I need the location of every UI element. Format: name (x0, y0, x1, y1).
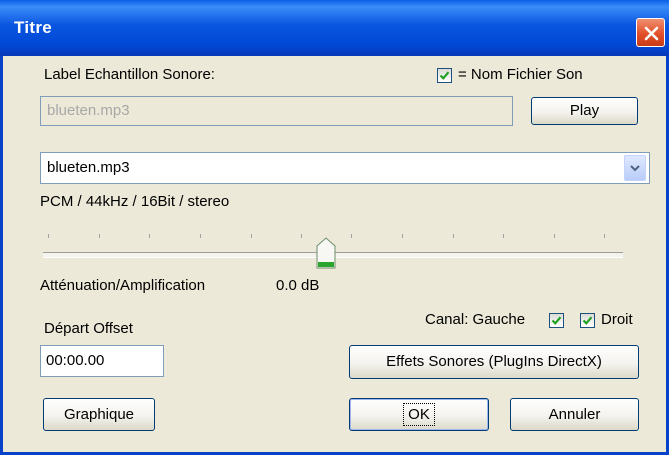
window-title: Titre (14, 18, 53, 37)
slider-tick (99, 234, 100, 238)
ok-button[interactable]: OK (349, 398, 489, 431)
channel-label: Canal: Gauche (425, 311, 526, 328)
file-select-value: blueten.mp3 (47, 159, 130, 176)
title-bar[interactable]: Titre (0, 0, 669, 56)
dialog-window: Titre Label Echantillon Sonore: = Nom Fi… (0, 0, 669, 455)
close-button[interactable] (636, 18, 665, 47)
slider-tick (48, 234, 49, 238)
format-info: PCM / 44kHz / 16Bit / stereo (40, 193, 230, 210)
cancel-button[interactable]: Annuler (510, 398, 639, 431)
right-channel-checkbox[interactable] (580, 313, 595, 328)
slider-thumb[interactable] (316, 237, 336, 270)
slider-tick (554, 234, 555, 238)
play-button[interactable]: Play (531, 97, 638, 125)
slider-tick (251, 234, 252, 238)
chevron-down-icon (630, 165, 640, 172)
ok-button-label: OK (403, 403, 435, 426)
slider-tick (604, 234, 605, 238)
slider-tick (453, 234, 454, 238)
slider-tick (301, 234, 302, 238)
slider-tick (503, 234, 504, 238)
offset-label: Départ Offset (44, 320, 133, 337)
sample-label-input[interactable]: blueten.mp3 (40, 96, 513, 126)
graphic-button[interactable]: Graphique (43, 398, 155, 431)
slider-label: Atténuation/Amplification (40, 277, 206, 294)
same-as-file-label: = Nom Fichier Son (458, 66, 583, 83)
checkmark-icon (582, 316, 593, 325)
file-select-dropdown-button[interactable] (624, 155, 646, 181)
checkmark-icon (439, 71, 450, 80)
sound-effects-button[interactable]: Effets Sonores (PlugIns DirectX) (349, 345, 639, 379)
left-channel-checkbox[interactable] (549, 313, 564, 328)
slider-tick (149, 234, 150, 238)
slider-tick (200, 234, 201, 238)
sample-label-caption: Label Echantillon Sonore: (44, 66, 215, 83)
file-select[interactable]: blueten.mp3 (40, 152, 650, 184)
slider-value: 0.0 dB (276, 277, 320, 294)
slider-tick (351, 234, 352, 238)
close-icon (644, 26, 659, 41)
same-as-file-checkbox[interactable] (437, 68, 452, 83)
right-channel-label: Droit (601, 311, 633, 328)
checkmark-icon (551, 316, 562, 325)
offset-input[interactable]: 00:00.00 (40, 345, 164, 377)
slider-tick (402, 234, 403, 238)
